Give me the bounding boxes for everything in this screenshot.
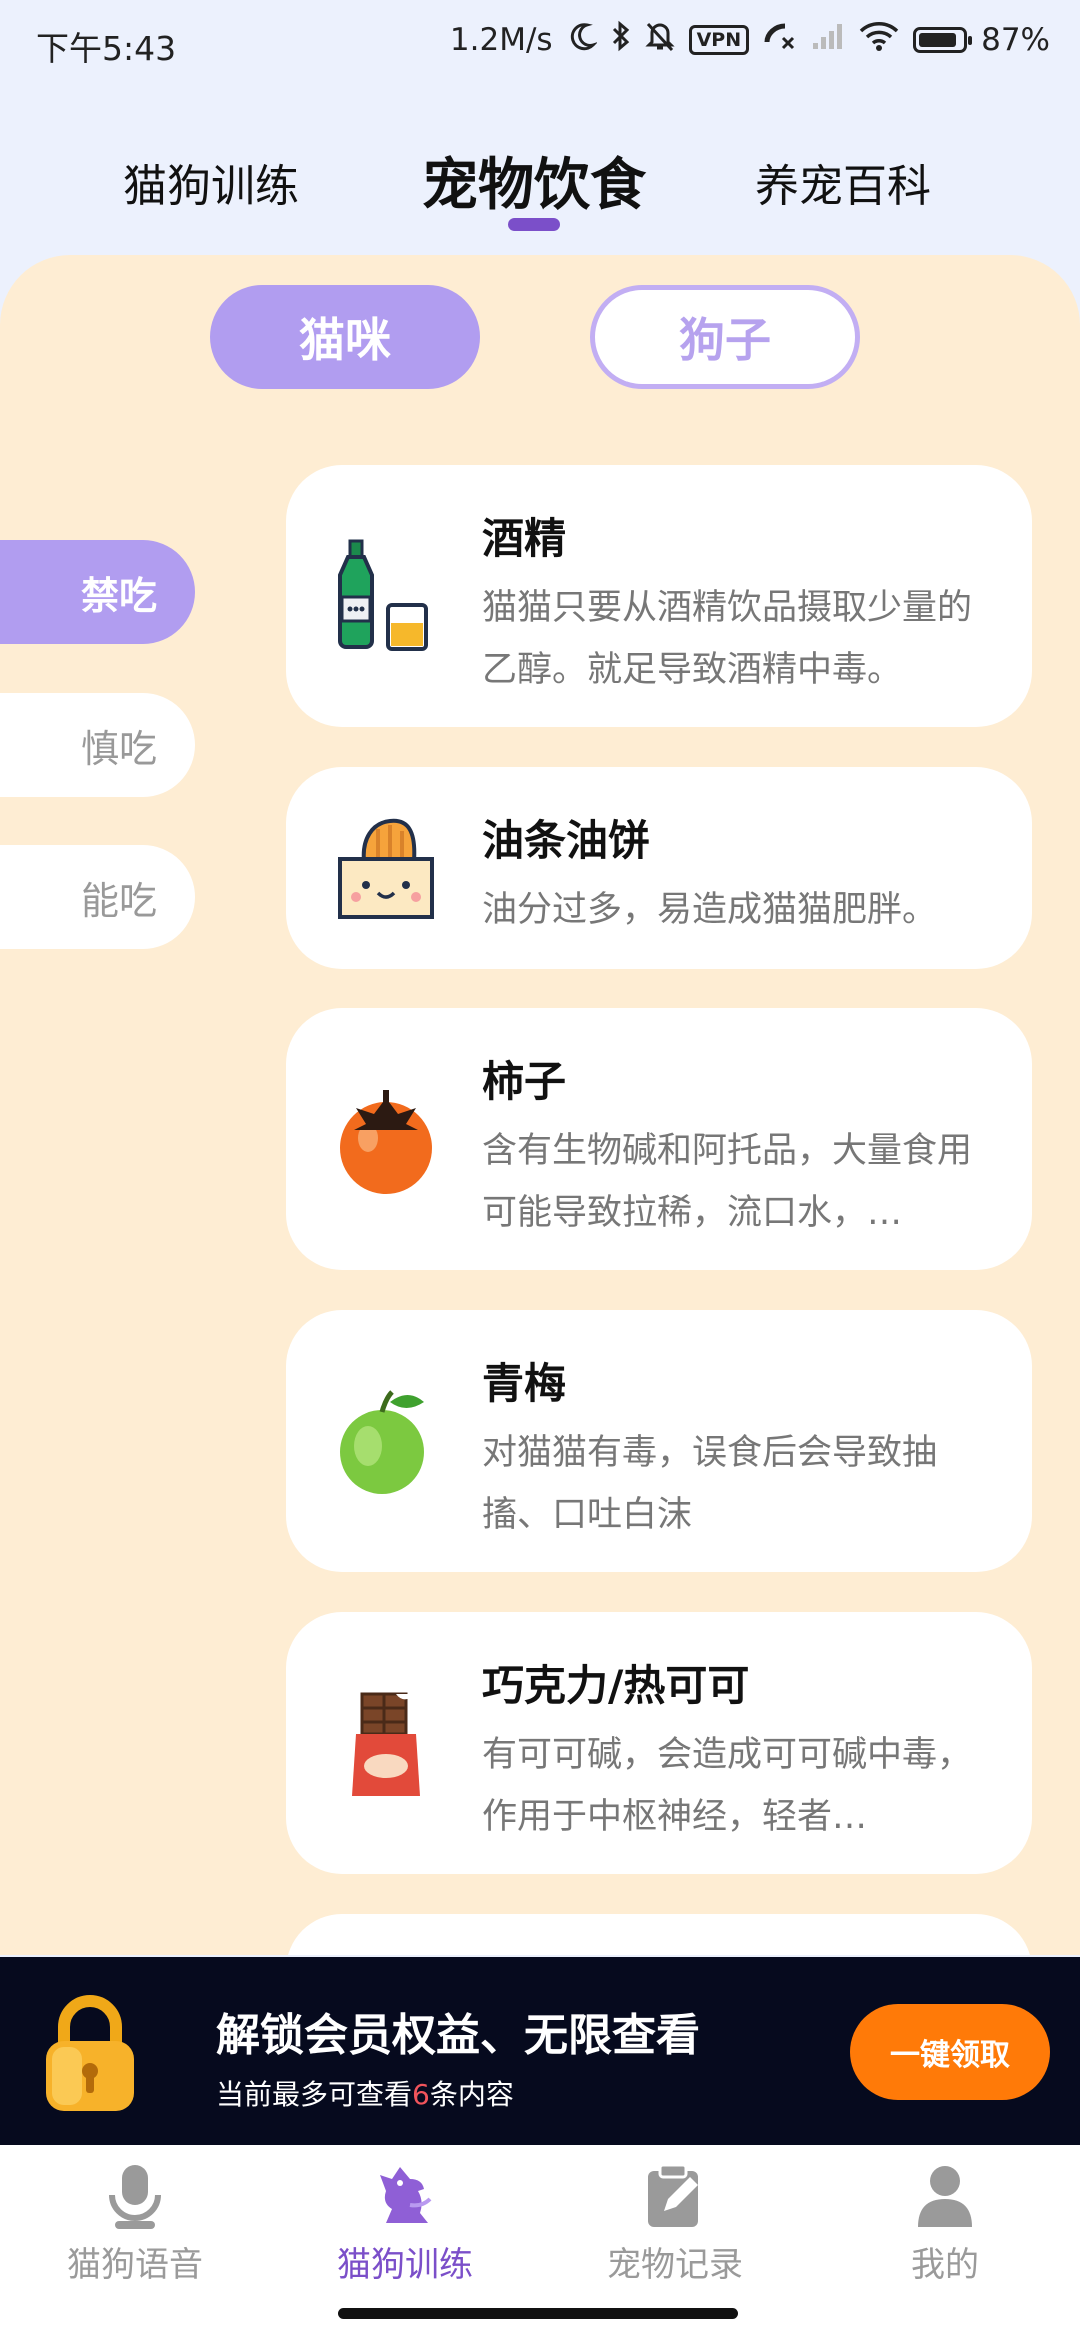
food-title: 油条油饼 bbox=[482, 816, 651, 865]
food-card[interactable]: 酒精 猫猫只要从酒精饮品摄取少量的乙醇。就足导致酒精中毒。 bbox=[286, 465, 1032, 727]
food-description: 有可可碱，会造成可可碱中毒，作用于中枢神经，轻者… bbox=[482, 1735, 973, 1837]
status-bar: 下午5:43 1.2M/s VPN 87% bbox=[0, 0, 1080, 90]
status-icons: 1.2M/s VPN 87% bbox=[450, 20, 1050, 60]
dog-toggle-button[interactable]: 狗子 bbox=[590, 285, 860, 389]
battery-level bbox=[919, 33, 957, 47]
promo-title: 解锁会员权益、无限查看 bbox=[216, 2010, 700, 2061]
membership-banner[interactable]: 解锁会员权益、无限查看 当前最多可查看6条内容 一键领取 bbox=[0, 1957, 1080, 2145]
nav-label: 宠物记录 bbox=[607, 2245, 743, 2285]
battery-icon bbox=[913, 27, 973, 53]
food-title: 柿子 bbox=[482, 1057, 567, 1106]
microphone-icon bbox=[109, 2165, 161, 2229]
mute-icon bbox=[644, 20, 675, 60]
bluetooth-icon bbox=[611, 20, 631, 60]
tab-indicator bbox=[508, 218, 560, 231]
nav-pet-voice[interactable]: 猫狗语音 bbox=[0, 2161, 270, 2311]
vpn-icon: VPN bbox=[688, 25, 750, 55]
tab-pet-training[interactable]: 猫狗训练 bbox=[123, 150, 299, 214]
tab-pet-encyclopedia[interactable]: 养宠百科 bbox=[755, 150, 931, 214]
lock-icon bbox=[46, 1995, 134, 2111]
nav-label: 猫狗语音 bbox=[67, 2245, 203, 2285]
nav-pet-training[interactable]: 猫狗训练 bbox=[270, 2161, 540, 2311]
food-description: 猫猫只要从酒精饮品摄取少量的乙醇。就足导致酒精中毒。 bbox=[482, 588, 973, 690]
food-description: 对猫猫有毒，误食后会导致抽搐、口吐白沫 bbox=[482, 1433, 938, 1535]
person-icon bbox=[918, 2166, 972, 2227]
food-card[interactable]: 巧克力/热可可 有可可碱，会造成可可碱中毒，作用于中枢神经，轻者… bbox=[286, 1612, 1032, 1874]
top-tab-bar: 猫狗训练 宠物饮食 养宠百科 bbox=[0, 130, 1080, 240]
side-tab-allowed[interactable]: 能吃 bbox=[0, 845, 195, 949]
persimmon-icon bbox=[340, 1090, 432, 1194]
food-title: 酒精 bbox=[482, 514, 567, 563]
promo-sub-suffix: 条内容 bbox=[429, 2078, 514, 2111]
net-speed: 1.2M/s bbox=[449, 22, 553, 58]
side-tab-forbidden[interactable]: 禁吃 bbox=[0, 540, 195, 644]
food-card[interactable] bbox=[286, 1914, 1032, 1955]
signal-icon bbox=[811, 21, 845, 59]
home-indicator[interactable] bbox=[338, 2308, 738, 2319]
dog-icon bbox=[380, 2167, 432, 2223]
fried-dough-icon bbox=[338, 818, 434, 919]
nav-label: 我的 bbox=[911, 2245, 979, 2285]
notepad-icon bbox=[648, 2163, 698, 2227]
food-card[interactable]: 油条油饼 油分过多，易造成猫猫肥胖。 bbox=[286, 767, 1032, 969]
battery-percent: 87% bbox=[981, 22, 1050, 58]
side-tab-caution[interactable]: 慎吃 bbox=[0, 693, 195, 797]
food-description: 油分过多，易造成猫猫肥胖。 bbox=[482, 890, 938, 930]
green-plum-icon bbox=[340, 1390, 424, 1494]
wine-bottle-icon bbox=[338, 539, 428, 651]
moon-icon bbox=[567, 21, 598, 59]
food-description: 含有生物碱和阿托品，大量食用可能导致拉稀，流口水，… bbox=[482, 1131, 973, 1233]
food-title: 巧克力/热可可 bbox=[482, 1661, 750, 1710]
diet-panel: 猫咪 狗子 禁吃 慎吃 能吃 酒精 猫猫只要从酒精饮品摄取少量的乙醇。就足导致酒… bbox=[0, 255, 1080, 1955]
nav-pet-records[interactable]: 宠物记录 bbox=[540, 2161, 810, 2311]
chocolate-icon bbox=[352, 1692, 420, 1796]
tab-pet-diet[interactable]: 宠物饮食 bbox=[422, 140, 646, 221]
promo-subtitle: 当前最多可查看6条内容 bbox=[216, 2073, 514, 2113]
status-time: 下午5:43 bbox=[36, 29, 177, 68]
claim-button[interactable]: 一键领取 bbox=[850, 2004, 1050, 2100]
food-card[interactable]: 柿子 含有生物碱和阿托品，大量食用可能导致拉稀，流口水，… bbox=[286, 1008, 1032, 1270]
promo-sub-prefix: 当前最多可查看 bbox=[216, 2078, 413, 2111]
wifi-icon bbox=[859, 21, 899, 59]
nav-label: 猫狗训练 bbox=[337, 2245, 473, 2285]
call-icon bbox=[763, 20, 797, 60]
food-title: 青梅 bbox=[482, 1359, 567, 1408]
cat-toggle-button[interactable]: 猫咪 bbox=[210, 285, 480, 389]
food-card[interactable]: 青梅 对猫猫有毒，误食后会导致抽搐、口吐白沫 bbox=[286, 1310, 1032, 1572]
nav-profile[interactable]: 我的 bbox=[810, 2161, 1080, 2311]
promo-count: 6 bbox=[412, 2078, 430, 2111]
